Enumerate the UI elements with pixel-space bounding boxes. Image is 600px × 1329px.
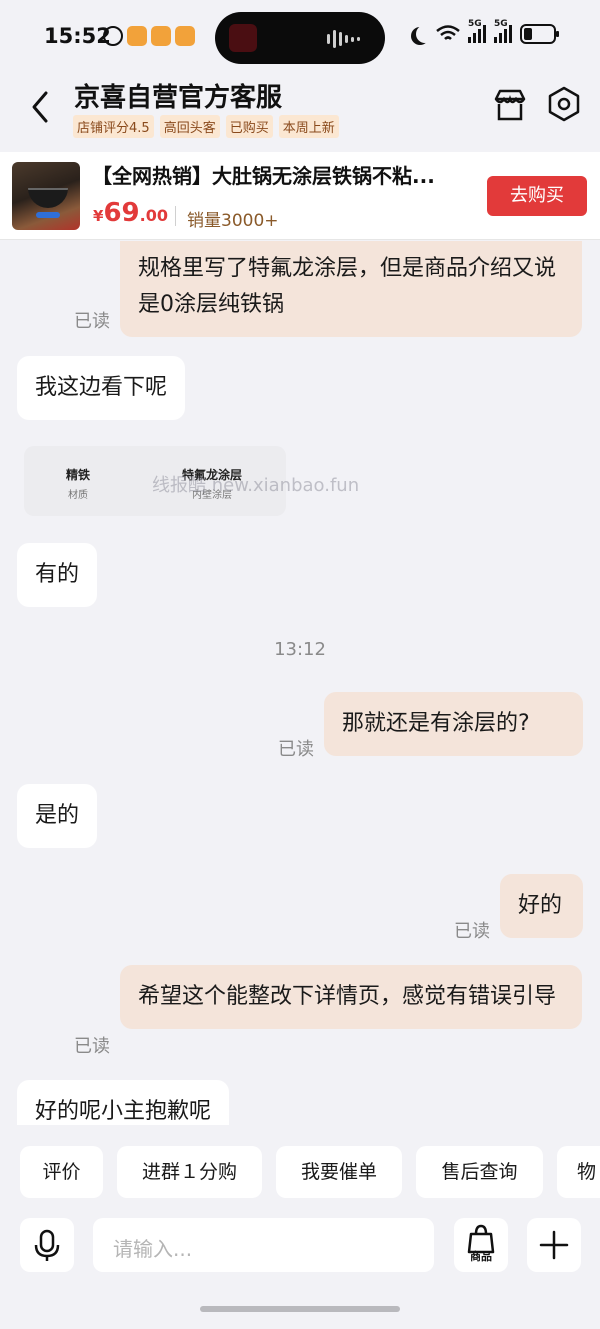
home-indicator[interactable] [200,1306,400,1312]
product-image[interactable] [12,162,80,230]
quick-action-after-sales[interactable]: 售后查询 [416,1146,543,1198]
spec-value: 精铁 [65,468,90,482]
message-input-bar: 请输入... 商品 [0,1218,600,1274]
quick-action-logistics[interactable]: 物 [557,1146,600,1198]
input-placeholder: 请输入... [113,1237,193,1261]
settings-icon[interactable] [545,85,583,123]
product-card[interactable]: 【全网热销】大肚锅无涂层铁锅不粘... ¥69.00 销量3000+ 去购买 [0,152,600,240]
message-bubble-theirs[interactable]: 我这边看下呢 [17,356,186,420]
quick-action-urge-order[interactable]: 我要催单 [276,1146,402,1198]
buy-button[interactable]: 去购买 [487,176,587,216]
media-thumbnail [229,24,257,52]
product-title[interactable]: 【全网热销】大肚锅无涂层铁锅不粘... [92,160,472,189]
price-currency: ¥ [93,207,104,225]
status-bar: 15:52 5G 5G [0,0,600,75]
message-bubble-theirs[interactable]: 有的 [17,543,98,607]
cellular-signal-icon: 5G [468,19,486,43]
dynamic-island[interactable] [215,12,385,64]
plus-icon [539,1230,569,1260]
read-receipt: 已读 [74,311,110,332]
message-bubble-mine[interactable]: 那就还是有涂层的? [324,692,583,756]
alarm-icon [103,26,123,46]
watermark: 线报酷 new.xianbao.fun [152,475,360,496]
divider [175,206,176,226]
battery-icon [520,24,559,44]
message-bubble-theirs[interactable]: 好的呢小主抱歉呢 [17,1080,230,1125]
wok-image-shape [28,188,68,208]
chat-header: 京喜自营官方客服 店铺评分4.5 高回头客 已购买 本周上新 [0,75,600,145]
status-left-icons [103,26,195,46]
spec-item: 精铁 材质 [54,466,102,501]
price-decimal: .00 [139,206,168,225]
quick-action-review[interactable]: 评价 [20,1146,103,1198]
spec-key: 材质 [68,490,88,501]
cellular-signal-icon-2: 5G [494,19,512,43]
store-icon[interactable] [492,87,528,123]
read-receipt: 已读 [454,921,490,942]
message-bubble-mine[interactable]: 规格里写了特氟龙涂层，但是商品介绍又说是0涂层纯铁锅 [120,241,582,337]
network-type-label: 5G [468,19,482,29]
app-notification-icon-2 [175,26,195,46]
more-button[interactable] [527,1218,581,1272]
chat-messages[interactable]: 规格里写了特氟龙涂层，但是商品介绍又说是0涂层纯铁锅 已读 我这边看下呢 精铁 … [0,241,600,1125]
shop-tag: 本周上新 [278,115,339,138]
status-right-icons: 5G 5G [410,19,559,44]
stove-flame-shape [36,212,60,218]
shop-name[interactable]: 京喜自营官方客服 [74,77,282,114]
heart-app-icon [151,26,171,46]
message-bubble-theirs[interactable]: 是的 [17,784,98,848]
price-integer: 69 [103,198,140,228]
shop-tag: 店铺评分4.5 [73,115,154,138]
message-timestamp: 13:12 [274,639,326,660]
audio-wave-icon [327,30,360,48]
quick-action-join-group[interactable]: 进群１分购 [117,1146,262,1198]
wifi-icon [436,25,460,40]
network-type-label-2: 5G [494,19,508,29]
goods-label: 商品 [470,1250,492,1263]
shop-tag: 已购买 [225,115,273,138]
goods-button[interactable]: 商品 [454,1218,508,1272]
message-bubble-mine[interactable]: 好的 [500,874,583,938]
app-notification-icon [127,26,147,46]
voice-button[interactable] [20,1218,74,1272]
status-time: 15:52 [44,24,111,48]
shop-tag: 高回头客 [159,115,220,138]
message-input[interactable]: 请输入... [93,1218,503,1272]
read-receipt: 已读 [74,1036,110,1057]
quick-actions-bar: 评价 进群１分购 我要催单 售后查询 物 [0,1142,600,1200]
message-bubble-mine[interactable]: 希望这个能整改下详情页，感觉有错误引导 [120,965,582,1029]
shop-tags: 店铺评分4.5 高回头客 已购买 本周上新 [73,115,339,138]
microphone-icon [34,1229,60,1261]
do-not-disturb-icon [416,25,434,43]
read-receipt: 已读 [278,739,314,760]
sales-count: 销量3000+ [187,211,279,231]
product-price: ¥69.00 [93,198,168,228]
back-arrow-icon[interactable] [26,87,56,127]
